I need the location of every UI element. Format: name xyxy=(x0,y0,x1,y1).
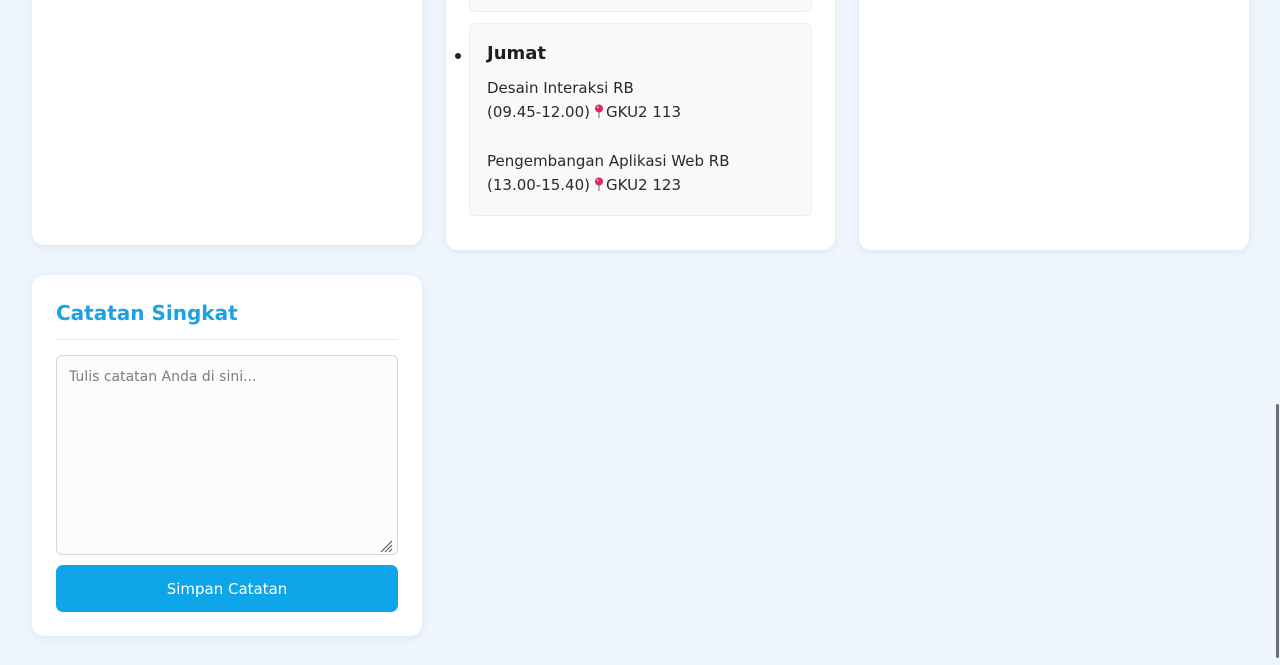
course-time: (13.00-15.40) xyxy=(487,176,591,194)
notes-title: Catatan Singkat xyxy=(56,301,238,325)
round-pushpin-icon xyxy=(594,104,604,118)
course-room: GKU2 123 xyxy=(606,176,681,194)
top-right-card xyxy=(859,0,1249,250)
course-name: Desain Interaksi RB xyxy=(487,79,634,97)
course-item: Desain Interaksi RB (09.45-12.00) GKU2 11… xyxy=(487,76,681,124)
list-bullet xyxy=(455,53,461,59)
previous-day-box xyxy=(469,0,812,12)
save-notes-button[interactable]: Simpan Catatan xyxy=(56,565,398,612)
course-room: GKU2 113 xyxy=(606,103,681,121)
course-time-location: (09.45-12.00) GKU2 113 xyxy=(487,100,681,124)
notes-divider xyxy=(56,339,398,340)
resize-handle-icon[interactable] xyxy=(379,538,393,553)
schedule-card: Jumat Desain Interaksi RB (09.45-12.00) G… xyxy=(446,0,835,250)
day-title: Jumat xyxy=(487,43,547,64)
notes-card: Catatan Singkat Simpan Catatan xyxy=(32,275,422,636)
notes-textarea[interactable] xyxy=(56,355,398,555)
course-item: Pengembangan Aplikasi Web RB (13.00-15.4… xyxy=(487,149,729,197)
course-time-location: (13.00-15.40) GKU2 123 xyxy=(487,173,729,197)
scrollbar-thumb[interactable] xyxy=(1276,404,1279,658)
round-pushpin-icon xyxy=(594,177,604,191)
course-time: (09.45-12.00) xyxy=(487,103,591,121)
course-name: Pengembangan Aplikasi Web RB xyxy=(487,152,730,170)
day-schedule-box: Jumat Desain Interaksi RB (09.45-12.00) G… xyxy=(469,23,812,216)
top-left-card xyxy=(32,0,422,245)
